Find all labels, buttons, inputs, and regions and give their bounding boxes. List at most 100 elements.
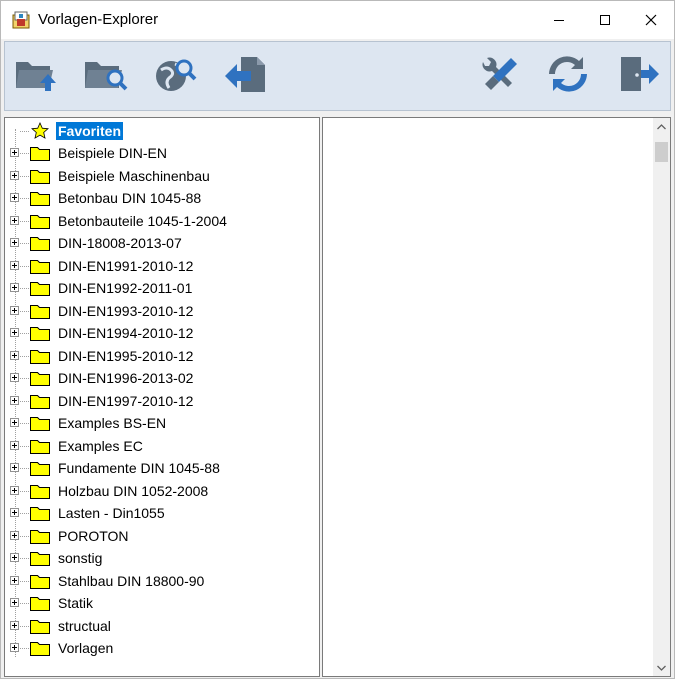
tree-item[interactable]: DIN-18008-2013-07 xyxy=(5,232,315,254)
folder-icon xyxy=(30,303,50,319)
tree-item[interactable]: Statik xyxy=(5,592,315,614)
expand-icon[interactable] xyxy=(10,598,19,607)
close-button[interactable] xyxy=(628,1,674,39)
folder-up-button[interactable] xyxy=(13,54,59,98)
tree-item[interactable]: DIN-EN1991-2010-12 xyxy=(5,255,315,277)
toolbar xyxy=(4,41,671,111)
folder-icon xyxy=(30,168,50,184)
tree-item[interactable]: Fundamente DIN 1045-88 xyxy=(5,457,315,479)
tree-item[interactable]: Beispiele Maschinenbau xyxy=(5,165,315,187)
folder-search-button[interactable] xyxy=(83,54,129,98)
tree-item[interactable]: DIN-EN1993-2010-12 xyxy=(5,300,315,322)
scroll-down-icon[interactable] xyxy=(653,659,670,676)
folder-icon xyxy=(30,618,50,634)
refresh-icon xyxy=(545,54,591,99)
document-arrow-icon xyxy=(223,54,269,99)
tree-item[interactable]: Beispiele DIN-EN xyxy=(5,142,315,164)
expand-icon[interactable] xyxy=(10,305,19,315)
expand-icon[interactable] xyxy=(10,440,19,450)
folder-icon xyxy=(30,370,50,386)
folder-icon xyxy=(30,393,50,409)
maximize-button[interactable] xyxy=(582,1,628,39)
tree-item[interactable]: DIN-EN1997-2010-12 xyxy=(5,390,315,412)
star-icon xyxy=(31,122,51,139)
tree-item-label: DIN-EN1991-2010-12 xyxy=(58,257,194,274)
tree-item[interactable]: sonstig xyxy=(5,547,315,569)
template-tree[interactable]: Favoriten Beispiele DIN-EN Beispiele Masc… xyxy=(4,117,320,677)
vertical-scrollbar[interactable] xyxy=(653,118,670,676)
globe-search-icon xyxy=(153,54,199,99)
expand-icon[interactable] xyxy=(10,395,19,405)
settings-button[interactable] xyxy=(475,54,521,98)
expand-icon[interactable] xyxy=(10,485,19,495)
export-button[interactable] xyxy=(223,54,269,98)
expand-icon[interactable] xyxy=(10,553,19,562)
folder-icon xyxy=(30,640,50,656)
tree-item-label: Lasten - Din1055 xyxy=(58,505,165,521)
tree-item-label: DIN-EN1992-2011-01 xyxy=(58,280,193,296)
expand-icon[interactable] xyxy=(10,350,19,360)
expand-icon[interactable] xyxy=(10,530,19,540)
scrollbar-thumb[interactable] xyxy=(655,142,668,162)
expand-icon[interactable] xyxy=(10,620,19,630)
refresh-button[interactable] xyxy=(545,54,591,98)
expand-icon[interactable] xyxy=(10,170,19,180)
tree-item[interactable]: structual xyxy=(5,615,315,637)
minimize-button[interactable] xyxy=(536,1,582,39)
tree-item-label: DIN-EN1993-2010-12 xyxy=(58,302,194,319)
folder-icon xyxy=(30,280,50,296)
expand-icon[interactable] xyxy=(10,575,19,585)
tree-item-label: Betonbau DIN 1045-88 xyxy=(58,190,202,206)
folder-icon xyxy=(30,438,50,454)
tree-item-label: DIN-EN1996-2013-02 xyxy=(58,370,194,386)
expand-icon[interactable] xyxy=(10,508,19,517)
tools-icon xyxy=(475,54,521,99)
tree-item-label: DIN-EN1997-2010-12 xyxy=(58,392,194,409)
tree-item[interactable]: Examples EC xyxy=(5,435,315,457)
title-bar: Vorlagen-Explorer xyxy=(1,1,674,39)
folder-icon xyxy=(30,573,50,589)
tree-item-label: Betonbauteile 1045-1-2004 xyxy=(58,212,227,229)
tree-item-label: DIN-EN1994-2010-12 xyxy=(58,325,194,341)
folder-icon xyxy=(30,550,50,566)
tree-item[interactable]: Examples BS-EN xyxy=(5,412,315,434)
tree-item[interactable]: Betonbauteile 1045-1-2004 xyxy=(5,210,315,232)
tree-item-label: Beispiele DIN-EN xyxy=(58,145,167,161)
expand-icon[interactable] xyxy=(10,215,19,225)
expand-icon[interactable] xyxy=(10,238,19,247)
expand-icon[interactable] xyxy=(10,148,19,157)
exit-button[interactable] xyxy=(615,54,661,98)
folder-icon xyxy=(30,213,50,229)
tree-item[interactable]: Stahlbau DIN 18800-90 xyxy=(5,570,315,592)
expand-icon[interactable] xyxy=(10,328,19,337)
tree-item-label: Favoriten xyxy=(56,122,124,140)
folder-icon xyxy=(30,505,50,521)
tree-item-label: sonstig xyxy=(58,550,103,566)
tree-item-label: Holzbau DIN 1052-2008 xyxy=(58,482,209,499)
folder-icon xyxy=(30,348,50,364)
tree-item[interactable]: DIN-EN1996-2013-02 xyxy=(5,367,315,389)
tree-item[interactable]: DIN-EN1992-2011-01 xyxy=(5,277,315,299)
expand-icon[interactable] xyxy=(10,260,19,270)
folder-search-icon xyxy=(83,54,129,99)
expand-icon[interactable] xyxy=(10,418,19,427)
folder-icon xyxy=(30,325,50,341)
tree-item[interactable]: POROTON xyxy=(5,525,315,547)
tree-item-favorites[interactable]: Favoriten xyxy=(5,120,315,142)
web-search-button[interactable] xyxy=(153,54,199,98)
tree-item[interactable]: Lasten - Din1055 xyxy=(5,502,315,524)
expand-icon[interactable] xyxy=(10,283,19,292)
tree-item[interactable]: DIN-EN1994-2010-12 xyxy=(5,322,315,344)
expand-icon[interactable] xyxy=(10,643,19,652)
expand-icon[interactable] xyxy=(10,193,19,202)
expand-icon[interactable] xyxy=(10,373,19,382)
tree-item-label: Vorlagen xyxy=(58,640,114,656)
tree-item[interactable]: Vorlagen xyxy=(5,637,315,659)
scroll-up-icon[interactable] xyxy=(653,118,670,135)
folder-icon xyxy=(30,258,50,274)
tree-item[interactable]: DIN-EN1995-2010-12 xyxy=(5,345,315,367)
tree-item[interactable]: Holzbau DIN 1052-2008 xyxy=(5,480,315,502)
template-list[interactable] xyxy=(322,117,671,677)
expand-icon[interactable] xyxy=(10,463,19,472)
tree-item[interactable]: Betonbau DIN 1045-88 xyxy=(5,187,315,209)
